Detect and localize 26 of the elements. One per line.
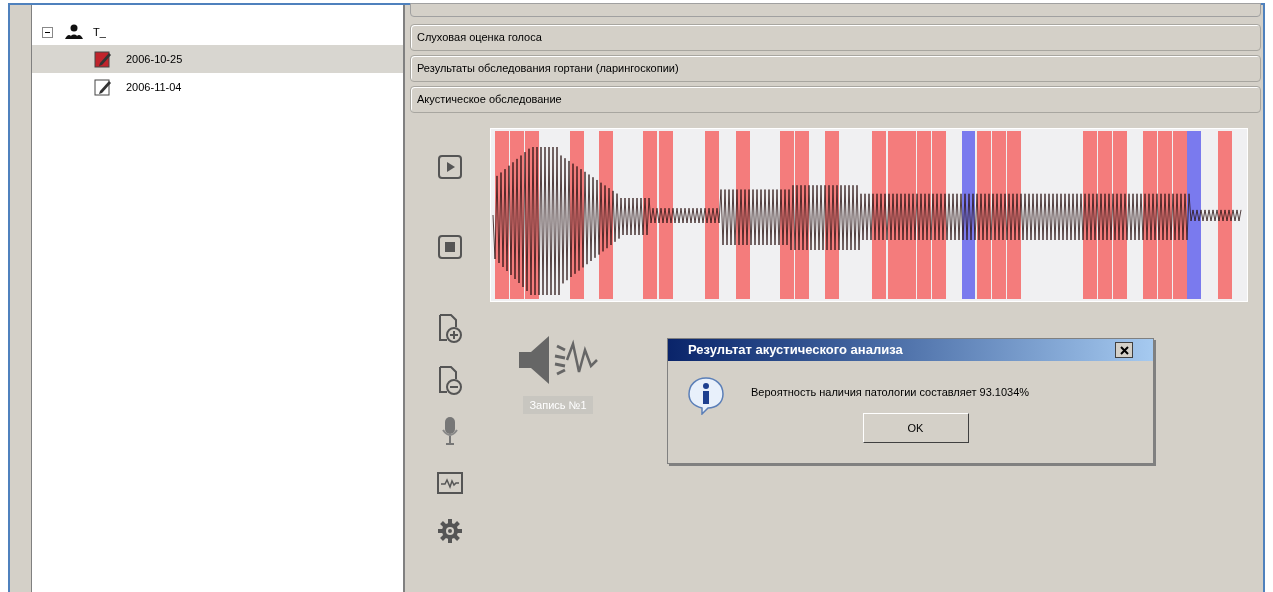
- stop-button[interactable]: [435, 232, 465, 262]
- settings-button[interactable]: [435, 516, 465, 546]
- section-header[interactable]: Слуховая оценка голоса: [410, 24, 1261, 51]
- section-header[interactable]: Акустическое обследование: [410, 86, 1261, 113]
- microphone-icon: [442, 416, 458, 446]
- play-button[interactable]: [435, 152, 465, 182]
- tree-item[interactable]: 2006-10-25: [32, 45, 403, 73]
- waveform-monitor-icon: [437, 472, 463, 494]
- play-icon: [437, 154, 463, 180]
- add-document-icon: [437, 313, 463, 345]
- document-edit-icon: [94, 50, 112, 68]
- info-icon: [686, 375, 726, 415]
- stop-icon: [437, 234, 463, 260]
- settings-icon: [437, 518, 463, 544]
- ok-button[interactable]: OK: [862, 413, 969, 443]
- close-button[interactable]: [1115, 342, 1133, 358]
- document-edit-icon: [94, 78, 112, 96]
- dialog-message: Вероятность наличия патологии составляет 93.1034%: [751, 385, 1030, 400]
- section-header[interactable]: Результаты обследования гортани (ларингоскопии): [410, 55, 1261, 82]
- user-group-icon: [65, 24, 83, 40]
- remove-document-icon: [437, 365, 463, 397]
- tree-node-label[interactable]: T_: [93, 23, 106, 41]
- tree-item[interactable]: 2006-11-04: [32, 73, 403, 101]
- dialog-title: Результат акустического анализа: [688, 341, 903, 360]
- collapse-icon[interactable]: [42, 26, 53, 38]
- close-icon: [1119, 345, 1129, 355]
